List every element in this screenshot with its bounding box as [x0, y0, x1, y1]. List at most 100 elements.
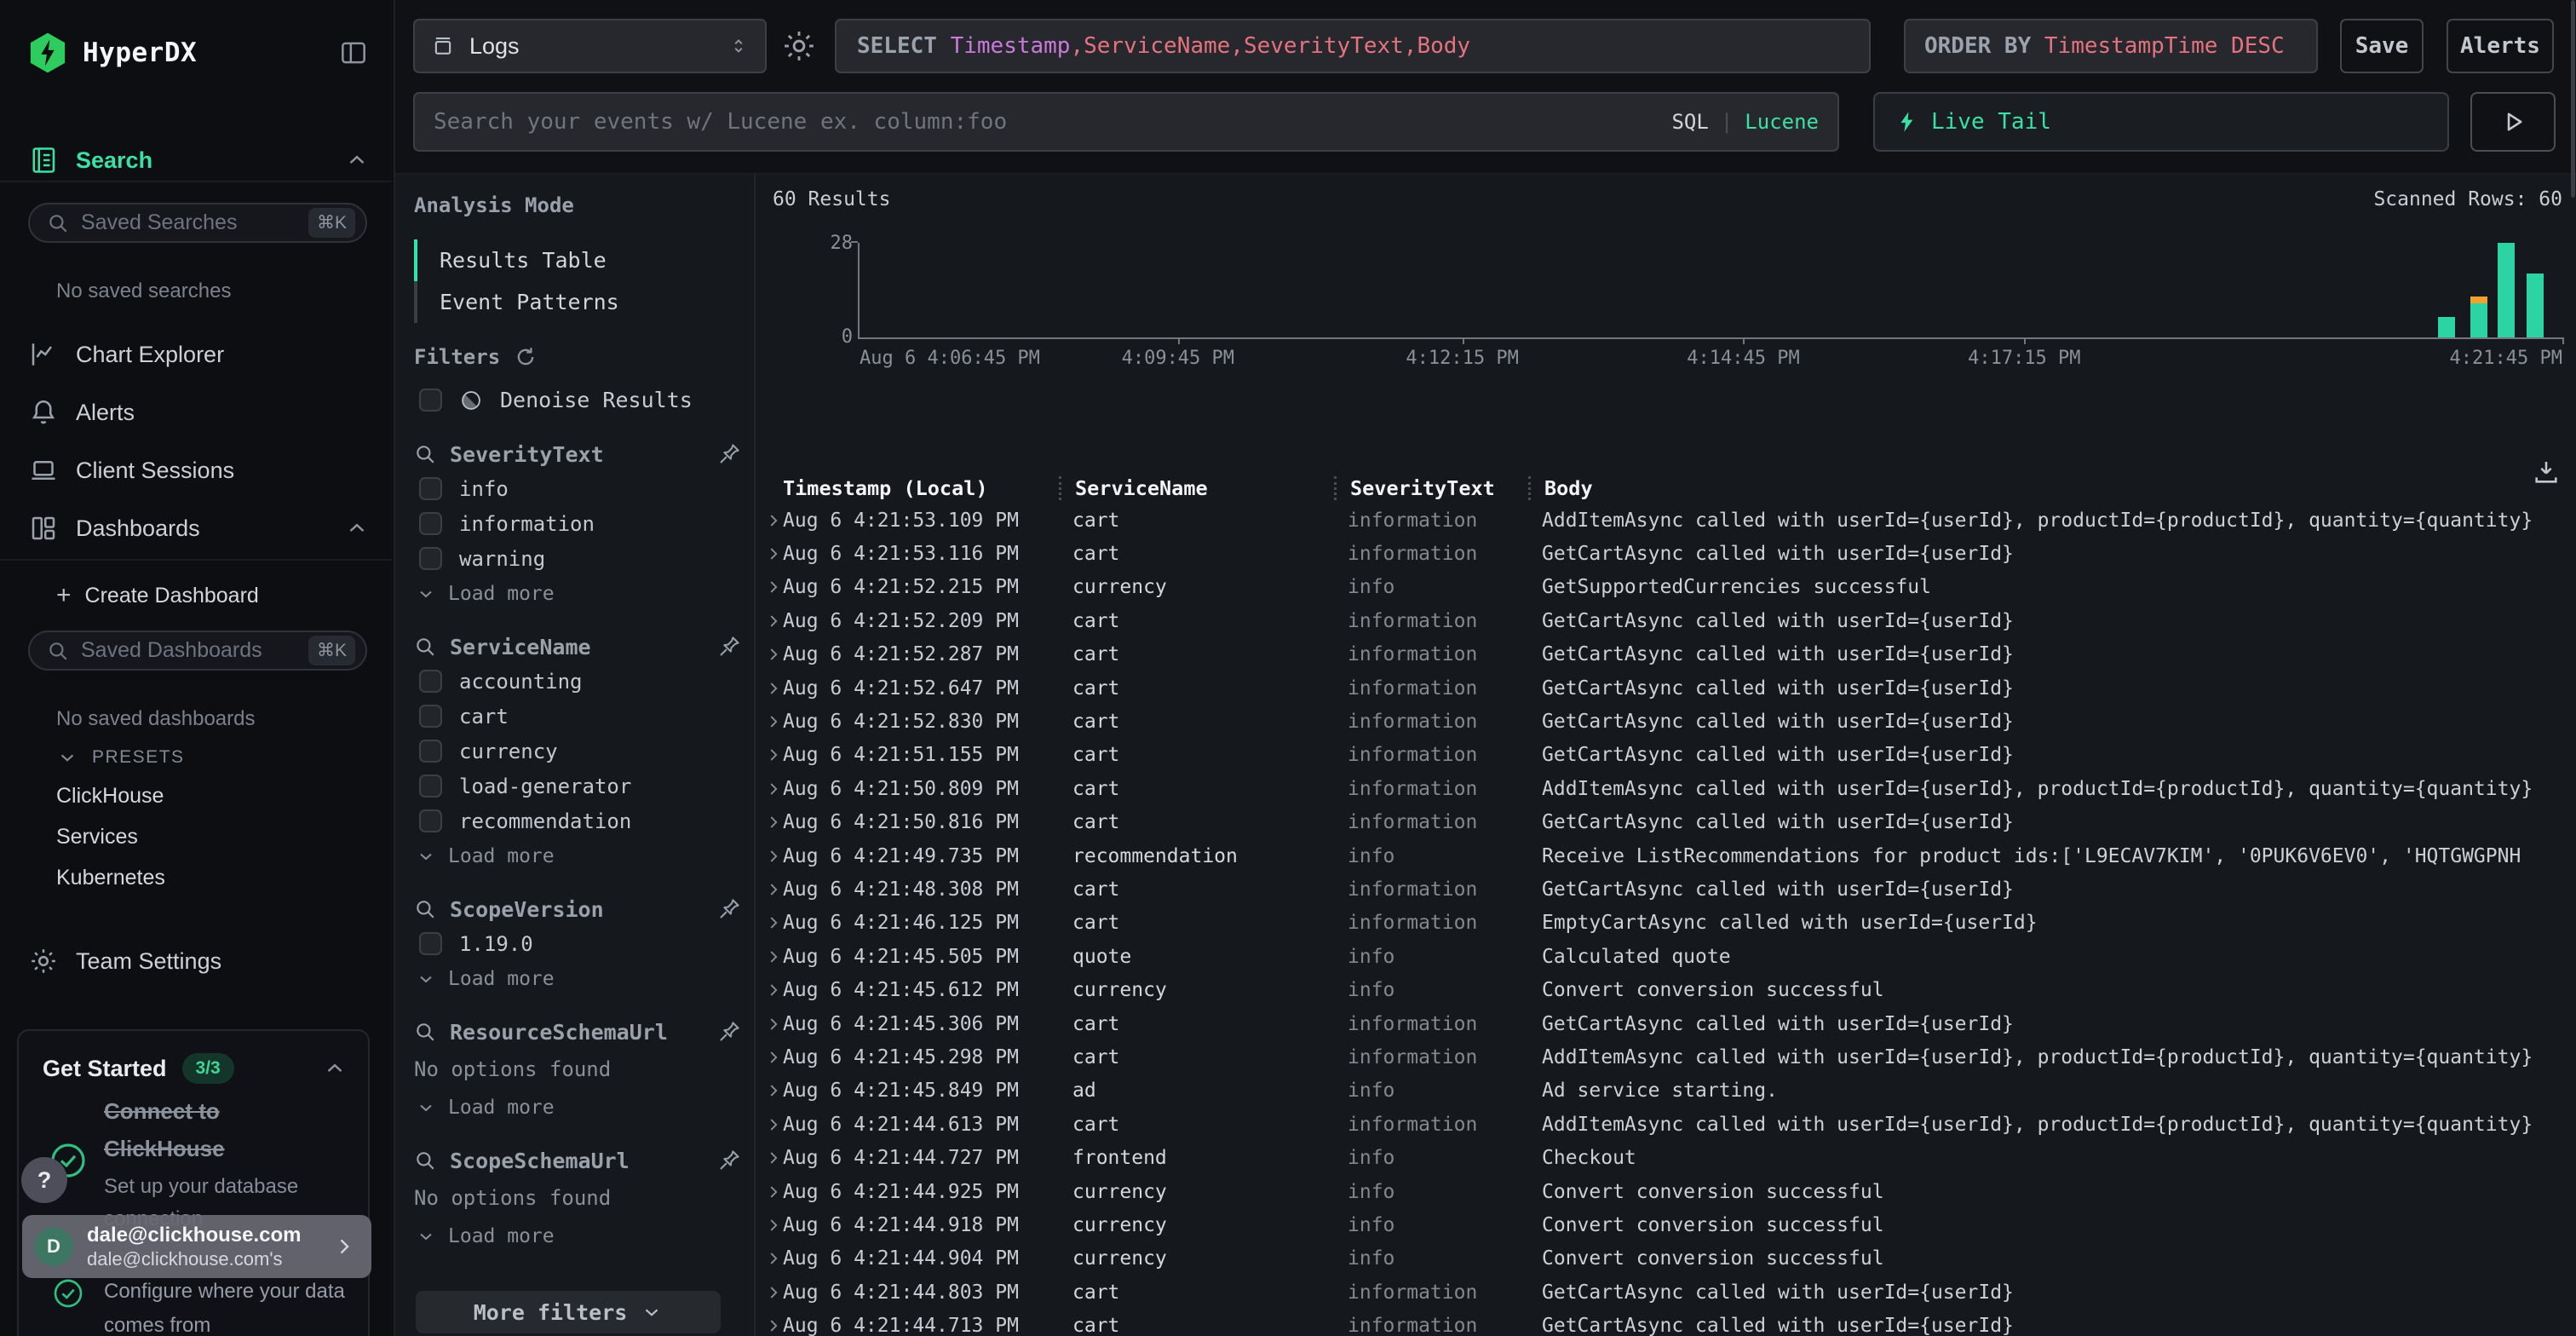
- histogram-bar-warning[interactable]: [2470, 297, 2487, 303]
- mode-results-table[interactable]: Results Table: [414, 239, 737, 281]
- row-expand-icon[interactable]: [764, 1216, 783, 1235]
- checkbox[interactable]: [419, 512, 442, 535]
- row-expand-icon[interactable]: [764, 544, 783, 563]
- row-expand-icon[interactable]: [764, 1015, 783, 1034]
- pin-icon[interactable]: [716, 896, 742, 922]
- get-started-step-1[interactable]: Connect to ClickHouse: [104, 1092, 342, 1167]
- col-servicename[interactable]: ServiceName: [1059, 476, 1334, 500]
- table-row[interactable]: Aug 6 4:21:44.904 PM currency info Conve…: [757, 1242, 2576, 1276]
- table-row[interactable]: Aug 6 4:21:53.116 PM cart information Ge…: [757, 537, 2576, 570]
- row-expand-icon[interactable]: [764, 1183, 783, 1201]
- row-expand-icon[interactable]: [764, 780, 783, 798]
- lang-sql[interactable]: SQL: [1671, 110, 1708, 134]
- row-expand-icon[interactable]: [764, 880, 783, 899]
- preset-dashboard-link[interactable]: Kubernetes: [56, 857, 165, 898]
- table-row[interactable]: Aug 6 4:21:51.155 PM cart information Ge…: [757, 739, 2576, 772]
- checkbox[interactable]: [419, 477, 442, 500]
- saved-dashboards-search[interactable]: ⌘K: [28, 631, 367, 671]
- col-timestamp[interactable]: Timestamp (Local): [783, 476, 1059, 500]
- source-select[interactable]: Logs: [413, 19, 767, 73]
- preset-dashboard-link[interactable]: ClickHouse: [56, 775, 165, 816]
- run-query-play-button[interactable]: [2470, 92, 2556, 152]
- table-row[interactable]: Aug 6 4:21:45.505 PM quote info Calculat…: [757, 940, 2576, 973]
- help-button[interactable]: ?: [21, 1157, 67, 1203]
- facet-option[interactable]: accounting: [414, 664, 742, 699]
- save-button[interactable]: Save: [2340, 19, 2424, 73]
- saved-dashboards-input[interactable]: [81, 638, 308, 663]
- facet-option[interactable]: recommendation: [414, 803, 742, 838]
- row-expand-icon[interactable]: [764, 1115, 783, 1134]
- refresh-filters-icon[interactable]: [514, 345, 538, 369]
- facet-header[interactable]: ResourceSchemaUrl: [414, 1015, 742, 1049]
- chevron-up-icon[interactable]: [322, 1056, 348, 1081]
- user-menu-popup[interactable]: D dale@clickhouse.com dale@clickhouse.co…: [22, 1215, 371, 1278]
- facet-header[interactable]: ServiceName: [414, 630, 742, 664]
- facet-option[interactable]: 1.19.0: [414, 926, 742, 961]
- table-row[interactable]: Aug 6 4:21:52.830 PM cart information Ge…: [757, 705, 2576, 738]
- table-row[interactable]: Aug 6 4:21:52.209 PM cart information Ge…: [757, 604, 2576, 637]
- checkbox[interactable]: [419, 775, 442, 798]
- chevron-up-icon[interactable]: [344, 515, 370, 541]
- checkbox[interactable]: [419, 670, 442, 693]
- get-started-step-2[interactable]: Configure where your data comes from: [104, 1275, 368, 1336]
- row-expand-icon[interactable]: [764, 612, 783, 631]
- histogram-bar[interactable]: [2498, 243, 2515, 337]
- saved-searches-input[interactable]: [81, 210, 308, 235]
- select-columns-input[interactable]: SELECT Timestamp ,ServiceName,SeverityTe…: [835, 19, 1871, 73]
- checkbox[interactable]: [419, 740, 442, 763]
- checkbox[interactable]: [419, 389, 442, 412]
- table-row[interactable]: Aug 6 4:21:44.803 PM cart information Ge…: [757, 1276, 2576, 1309]
- facet-header[interactable]: ScopeSchemaUrl: [414, 1143, 742, 1178]
- load-more-button[interactable]: Load more: [414, 1090, 742, 1126]
- mode-event-patterns[interactable]: Event Patterns: [414, 281, 737, 323]
- table-row[interactable]: Aug 6 4:21:50.809 PM cart information Ad…: [757, 772, 2576, 805]
- alerts-button[interactable]: Alerts: [2447, 19, 2554, 73]
- pin-icon[interactable]: [716, 441, 742, 467]
- row-expand-icon[interactable]: [764, 578, 783, 596]
- row-expand-icon[interactable]: [764, 679, 783, 698]
- facet-header[interactable]: ScopeVersion: [414, 892, 742, 926]
- order-by-input[interactable]: ORDER BY TimestampTime DESC: [1904, 19, 2318, 73]
- sidebar-item-search[interactable]: Search: [0, 136, 394, 184]
- scrollbar-thumb[interactable]: [2571, 0, 2575, 198]
- more-filters-button[interactable]: More filters: [416, 1291, 721, 1333]
- sidebar-item-alerts[interactable]: Alerts: [0, 389, 394, 436]
- row-expand-icon[interactable]: [764, 1249, 783, 1268]
- table-row[interactable]: Aug 6 4:21:50.816 PM cart information Ge…: [757, 806, 2576, 839]
- load-more-button[interactable]: Load more: [414, 838, 742, 874]
- table-row[interactable]: Aug 6 4:21:44.918 PM currency info Conve…: [757, 1208, 2576, 1241]
- table-row[interactable]: Aug 6 4:21:52.647 PM cart information Ge…: [757, 671, 2576, 705]
- row-expand-icon[interactable]: [764, 1149, 783, 1167]
- table-row[interactable]: Aug 6 4:21:45.306 PM cart information Ge…: [757, 1007, 2576, 1040]
- table-row[interactable]: Aug 6 4:21:48.308 PM cart information Ge…: [757, 872, 2576, 906]
- row-expand-icon[interactable]: [764, 947, 783, 966]
- saved-searches-search[interactable]: ⌘K: [28, 203, 367, 243]
- row-expand-icon[interactable]: [764, 1081, 783, 1100]
- facet-option[interactable]: load-generator: [414, 769, 742, 803]
- pin-icon[interactable]: [716, 1019, 742, 1045]
- sidebar-item-client-sessions[interactable]: Client Sessions: [0, 446, 394, 494]
- row-expand-icon[interactable]: [764, 712, 783, 731]
- histogram-plot[interactable]: Aug 6 4:06:45 PM4:09:45 PM4:12:15 PM4:14…: [858, 243, 2562, 339]
- create-dashboard-button[interactable]: + Create Dashboard: [56, 581, 259, 610]
- sidebar-item-team-settings[interactable]: Team Settings: [0, 937, 394, 985]
- table-row[interactable]: Aug 6 4:21:53.109 PM cart information Ad…: [757, 504, 2576, 537]
- facet-header[interactable]: SeverityText: [414, 437, 742, 471]
- checkbox[interactable]: [419, 705, 442, 728]
- search-events-input[interactable]: [434, 109, 1671, 135]
- row-expand-icon[interactable]: [764, 746, 783, 764]
- row-expand-icon[interactable]: [764, 847, 783, 866]
- checkbox[interactable]: [419, 547, 442, 570]
- pin-icon[interactable]: [716, 634, 742, 659]
- sidebar-collapse-icon[interactable]: [337, 37, 370, 69]
- facet-option[interactable]: currency: [414, 734, 742, 769]
- table-row[interactable]: Aug 6 4:21:45.298 PM cart information Ad…: [757, 1040, 2576, 1074]
- load-more-button[interactable]: Load more: [414, 576, 742, 612]
- sidebar-item-dashboards[interactable]: Dashboards: [0, 504, 394, 552]
- checkbox[interactable]: [419, 932, 442, 955]
- preset-dashboard-link[interactable]: Services: [56, 816, 165, 857]
- row-expand-icon[interactable]: [764, 813, 783, 832]
- facet-option[interactable]: cart: [414, 699, 742, 734]
- live-tail-button[interactable]: Live Tail: [1873, 92, 2449, 152]
- table-row[interactable]: Aug 6 4:21:52.215 PM currency info GetSu…: [757, 571, 2576, 604]
